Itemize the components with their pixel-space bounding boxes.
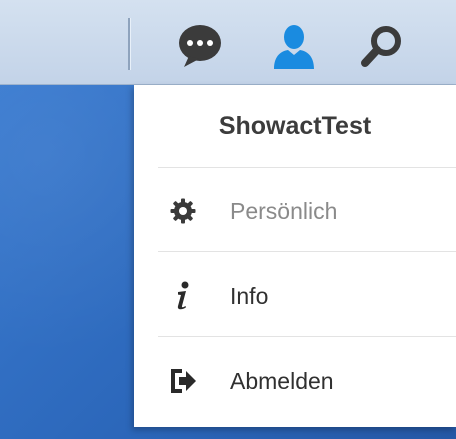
top-toolbar	[0, 0, 456, 85]
menu-item-label: Persönlich	[230, 197, 338, 224]
menu-divider	[158, 336, 456, 337]
menu-divider	[158, 167, 456, 168]
menu-item-label: Info	[230, 282, 269, 309]
toolbar-divider	[128, 18, 130, 70]
logout-icon	[168, 366, 198, 396]
search-icon[interactable]	[354, 18, 410, 74]
info-icon	[168, 281, 198, 311]
menu-item-personal[interactable]: Persönlich	[134, 169, 456, 253]
menu-divider	[158, 251, 456, 252]
menu-item-info[interactable]: Info	[134, 254, 456, 338]
user-dropdown-menu: ShowactTest Persönlich Info Abmelden	[134, 85, 456, 427]
username-label: ShowactTest	[218, 111, 372, 140]
menu-item-label: Abmelden	[230, 367, 334, 394]
user-icon[interactable]	[266, 18, 322, 74]
menu-item-logout[interactable]: Abmelden	[134, 339, 456, 423]
chat-bubble-icon[interactable]	[172, 18, 228, 74]
gear-icon	[168, 196, 198, 226]
